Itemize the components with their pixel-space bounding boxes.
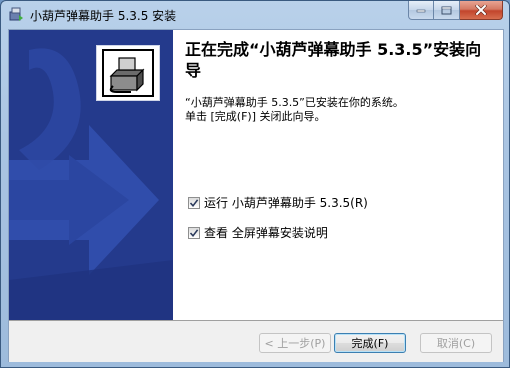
nsis-installer-logo-icon	[97, 46, 159, 100]
wizard-content: 正在完成“小葫芦弹幕助手 5.3.5”安装向导 “小葫芦弹幕助手 5.3.5”已…	[173, 30, 503, 320]
installed-message: “小葫芦弹幕助手 5.3.5”已安装在你的系统。	[185, 96, 404, 109]
window-controls	[408, 1, 503, 21]
installer-window: 小葫芦弹幕助手 5.3.5 安装 正在完成“小葫芦弹幕助手 5.3.5”安装向导…	[0, 0, 510, 368]
back-button[interactable]: < 上一步(P)	[259, 333, 331, 353]
view-readme-label[interactable]: 查看 全屏弹幕安装说明	[204, 224, 328, 241]
close-button[interactable]	[460, 1, 503, 20]
installer-icon	[8, 6, 24, 22]
title-bar[interactable]: 小葫芦弹幕助手 5.3.5 安装	[1, 1, 509, 29]
button-bar: < 上一步(P) 完成(F) 取消(C)	[9, 320, 503, 362]
run-app-option[interactable]: 运行 小葫芦弹幕助手 5.3.5(R)	[188, 194, 368, 211]
wizard-banner	[9, 30, 173, 320]
view-readme-option[interactable]: 查看 全屏弹幕安装说明	[188, 224, 328, 241]
window-title: 小葫芦弹幕助手 5.3.5 安装	[30, 9, 177, 23]
minimize-icon	[416, 9, 426, 13]
close-icon	[475, 5, 487, 15]
installer-logo	[96, 45, 160, 101]
run-app-label[interactable]: 运行 小葫芦弹幕助手 5.3.5(R)	[204, 194, 368, 211]
checkmark-icon	[189, 198, 199, 207]
page-title: 正在完成“小葫芦弹幕助手 5.3.5”安装向导	[185, 40, 482, 80]
cancel-button[interactable]: 取消(C)	[420, 333, 492, 353]
finish-instruction: 单击 [完成(F)] 关闭此向导。	[185, 110, 326, 123]
maximize-button[interactable]	[434, 1, 460, 20]
finish-button[interactable]: 完成(F)	[334, 333, 406, 353]
maximize-icon	[441, 6, 452, 14]
checkmark-icon	[189, 228, 199, 237]
minimize-button[interactable]	[408, 1, 434, 20]
wizard-body: 正在完成“小葫芦弹幕助手 5.3.5”安装向导 “小葫芦弹幕助手 5.3.5”已…	[8, 29, 504, 362]
run-app-checkbox[interactable]	[188, 196, 200, 209]
view-readme-checkbox[interactable]	[188, 226, 200, 239]
finish-message: “小葫芦弹幕助手 5.3.5”已安装在你的系统。 单击 [完成(F)] 关闭此向…	[185, 96, 495, 124]
